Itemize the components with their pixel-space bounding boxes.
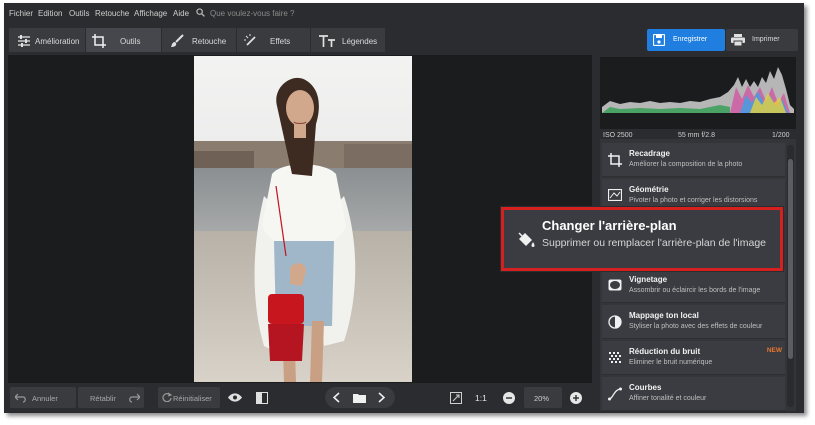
zoom-value: 20% — [534, 394, 550, 403]
undo-button[interactable]: Annuler — [10, 387, 76, 408]
actual-size-button[interactable]: 1:1 — [472, 387, 492, 408]
magic-wand-icon — [244, 34, 256, 46]
text-icon — [319, 35, 335, 47]
undo-label: Annuler — [32, 394, 58, 403]
folder-icon — [353, 394, 366, 403]
menu-edition[interactable]: Edition — [38, 9, 62, 18]
new-badge: NEW — [766, 347, 782, 354]
chevron-right-icon — [378, 392, 385, 403]
tools-list: Recadrage Améliorer la composition de la… — [600, 139, 796, 411]
tool-title: Vignetage — [629, 275, 668, 284]
search-icon — [196, 8, 205, 17]
zoom-out-button[interactable] — [500, 387, 518, 408]
compare-icon — [256, 392, 268, 404]
tool-courbes[interactable]: Courbes Affiner tonalité et couleur — [602, 377, 785, 411]
tool-desc: Eliminer le bruit numérique — [629, 359, 713, 366]
menu-outils[interactable]: Outils — [69, 9, 89, 18]
tab-legendes[interactable]: Légendes — [310, 27, 386, 53]
reset-button[interactable]: Réinitialiser — [158, 387, 220, 408]
zoom-out-icon — [503, 392, 515, 404]
crop-icon — [92, 34, 106, 48]
tool-mappage[interactable]: Mappage ton local Styliser la photo avec… — [602, 305, 785, 339]
tab-retouche[interactable]: Retouche — [161, 27, 237, 53]
tool-desc: Assombrir ou éclaircir les bords de l'im… — [629, 287, 761, 294]
tab-amelioration[interactable]: Amélioration — [8, 27, 86, 53]
eye-icon — [228, 393, 242, 402]
redo-button[interactable]: Rétablir — [78, 387, 144, 408]
save-button[interactable]: Enregistrer — [647, 29, 725, 51]
fit-screen-button[interactable] — [445, 387, 467, 408]
photo-preview — [194, 56, 412, 382]
save-label: Enregistrer — [673, 36, 708, 43]
ratio-label: 1:1 — [475, 393, 487, 403]
menu-affichage[interactable]: Affichage — [134, 9, 167, 18]
tool-desc: Améliorer la composition de la photo — [629, 161, 743, 168]
zoom-level[interactable]: 20% — [524, 387, 562, 408]
tool-recadrage[interactable]: Recadrage Améliorer la composition de la… — [602, 143, 785, 177]
tool-desc: Styliser la photo avec des effets de cou… — [629, 323, 763, 330]
geometry-icon — [608, 189, 622, 201]
open-folder-button[interactable] — [349, 387, 371, 408]
app-window: Fichier Edition Outils Retouche Affichag… — [4, 3, 804, 413]
tool-desc: Pivoter la photo et corriger les distors… — [629, 197, 758, 204]
redo-label: Rétablir — [90, 394, 116, 403]
prev-button[interactable] — [327, 387, 347, 408]
tone-icon — [608, 315, 622, 329]
floppy-disk-icon — [653, 34, 665, 46]
tab-outils[interactable]: Outils — [85, 27, 162, 53]
search-placeholder: Que voulez-vous faire ? — [210, 9, 295, 18]
menu-retouche[interactable]: Retouche — [95, 9, 129, 18]
reset-icon — [162, 392, 172, 402]
curves-icon — [608, 387, 622, 401]
fit-screen-icon — [450, 392, 462, 404]
noise-icon — [609, 352, 621, 363]
lens-value: 55 mm f/2.8 — [678, 132, 715, 139]
tool-reduction-bruit[interactable]: Réduction du bruit Eliminer le bruit num… — [602, 341, 785, 375]
preview-toggle[interactable] — [224, 387, 246, 408]
bottom-toolbar: Annuler Rétablir Réinitialiser 1:1 20% — [4, 383, 596, 413]
tab-label: Effets — [270, 37, 291, 46]
print-button[interactable]: Imprimer — [726, 29, 798, 51]
brush-icon — [171, 34, 184, 47]
shutter-value: 1/200 — [772, 132, 790, 139]
tool-desc: Affiner tonalité et couleur — [629, 395, 707, 402]
histogram — [600, 57, 796, 129]
scrollbar-thumb[interactable] — [788, 159, 793, 359]
search-box[interactable]: Que voulez-vous faire ? — [196, 7, 336, 21]
iso-value: ISO 2500 — [603, 132, 633, 139]
undo-icon — [15, 393, 26, 403]
tab-label: Outils — [120, 37, 141, 46]
chevron-left-icon — [333, 392, 340, 403]
menu-fichier[interactable]: Fichier — [9, 9, 33, 18]
tab-effets[interactable]: Effets — [236, 27, 311, 53]
callout-title: Changer l'arrière-plan — [542, 218, 677, 233]
sliders-icon — [18, 35, 30, 47]
printer-icon — [731, 34, 745, 46]
tool-title: Courbes — [629, 383, 662, 392]
menu-aide[interactable]: Aide — [173, 9, 189, 18]
tool-title: Recadrage — [629, 149, 670, 158]
change-background-tool[interactable]: Changer l'arrière-plan Supprimer ou remp… — [501, 207, 783, 271]
zoom-in-button[interactable] — [567, 387, 585, 408]
tools-scrollbar[interactable] — [787, 145, 794, 407]
callout-desc: Supprimer ou remplacer l'arrière-plan de… — [542, 237, 767, 249]
tool-vignetage[interactable]: Vignetage Assombrir ou éclaircir les bor… — [602, 269, 785, 303]
tab-label: Amélioration — [35, 37, 80, 46]
print-label: Imprimer — [752, 36, 780, 43]
zoom-in-icon — [570, 392, 582, 404]
crop-icon — [608, 153, 622, 167]
reset-label: Réinitialiser — [173, 394, 212, 403]
menu-bar: Fichier Edition Outils Retouche Affichag… — [4, 3, 804, 23]
vignette-icon — [608, 279, 622, 291]
tab-label: Légendes — [342, 37, 378, 46]
paint-bucket-icon — [518, 232, 535, 247]
tool-title: Géométrie — [629, 185, 669, 194]
tool-title: Réduction du bruit — [629, 347, 701, 356]
tab-label: Retouche — [192, 37, 227, 46]
compare-toggle[interactable] — [252, 387, 272, 408]
next-button[interactable] — [372, 387, 392, 408]
tool-title: Mappage ton local — [629, 311, 699, 320]
redo-icon — [129, 393, 140, 403]
